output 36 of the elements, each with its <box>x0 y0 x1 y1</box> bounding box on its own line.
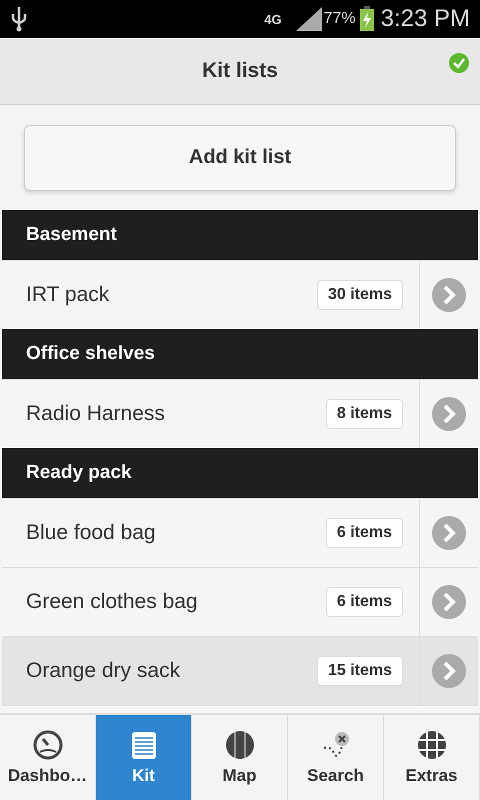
item-count: 6 items <box>326 587 403 617</box>
kit-list-name: Radio Harness <box>26 402 165 426</box>
item-count: 8 items <box>326 399 403 429</box>
battery-percent: 77% <box>324 10 356 28</box>
chevron-icon[interactable] <box>432 397 466 431</box>
group-header: Office shelves <box>2 329 478 379</box>
item-count: 15 items <box>316 656 403 686</box>
kit-list-name: Green clothes bag <box>26 590 198 614</box>
kit-list-name: IRT pack <box>26 283 110 307</box>
signal-icon <box>296 7 324 31</box>
kit-list-row[interactable]: Orange dry sack 15 items <box>2 636 478 705</box>
kit-list-row[interactable]: IRT pack 30 items <box>2 260 478 329</box>
kit-list-row[interactable]: Blue food bag 6 items <box>2 498 478 567</box>
clock: 3:23 PM <box>380 5 470 33</box>
chevron-icon[interactable] <box>432 585 466 619</box>
map-icon <box>224 730 256 760</box>
page-title: Kit lists <box>202 59 278 83</box>
kit-list-name: Blue food bag <box>26 521 156 545</box>
group-header: Basement <box>2 210 478 260</box>
item-count: 30 items <box>316 280 403 310</box>
notepad-icon <box>130 730 156 760</box>
chevron-icon[interactable] <box>432 654 466 688</box>
battery-icon <box>358 6 375 32</box>
group-header: Ready pack <box>2 448 478 498</box>
kit-list-row[interactable]: Green clothes bag 6 items <box>2 567 478 636</box>
chevron-icon[interactable] <box>432 278 466 312</box>
gauge-icon <box>32 730 62 760</box>
usb-icon <box>10 6 28 32</box>
kit-list-row[interactable]: Radio Harness 8 items <box>2 379 478 448</box>
item-count: 6 items <box>326 518 403 548</box>
grid-icon <box>416 730 446 760</box>
chevron-icon[interactable] <box>432 516 466 550</box>
network-type: 4G <box>264 12 282 26</box>
tab[interactable]: Kit <box>96 715 192 800</box>
add-kit-list-button[interactable]: Add kit list <box>24 124 456 190</box>
kit-list-name: Orange dry sack <box>26 659 180 683</box>
